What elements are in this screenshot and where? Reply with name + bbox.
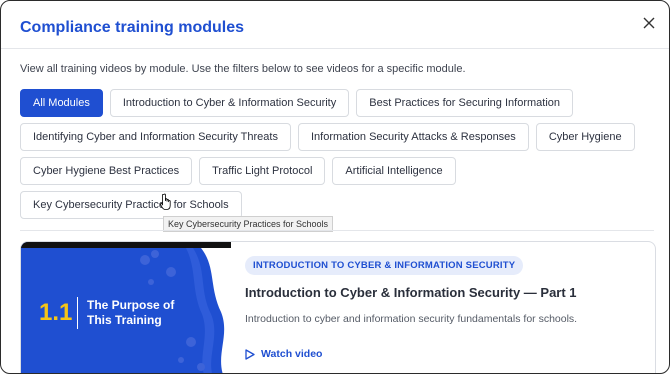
thumbnail-title: The Purpose of This Training xyxy=(87,298,175,327)
video-card-body: INTRODUCTION TO CYBER & INFORMATION SECU… xyxy=(245,255,645,360)
filter-attacks-responses[interactable]: Information Security Attacks & Responses xyxy=(297,123,529,151)
filter-key-practices-schools[interactable]: Key Cybersecurity Practices for Schools xyxy=(20,191,242,219)
thumbnail-top-bar xyxy=(21,242,231,248)
filter-cyber-hygiene-best-practices[interactable]: Cyber Hygiene Best Practices xyxy=(20,157,193,185)
video-thumbnail[interactable]: 1.1 The Purpose of This Training xyxy=(21,242,231,373)
play-icon xyxy=(245,348,255,360)
filter-artificial-intelligence[interactable]: Artificial Intelligence xyxy=(332,157,456,185)
close-icon xyxy=(643,17,655,29)
hand-cursor-icon xyxy=(159,193,171,210)
filter-traffic-light-protocol[interactable]: Traffic Light Protocol xyxy=(199,157,326,185)
video-title[interactable]: Introduction to Cyber & Information Secu… xyxy=(245,285,645,300)
intro-text: View all training videos by module. Use … xyxy=(20,63,466,75)
thumbnail-separator xyxy=(77,297,78,329)
video-description: Introduction to cyber and information se… xyxy=(245,313,578,325)
filter-identifying-threats[interactable]: Identifying Cyber and Information Securi… xyxy=(20,123,291,151)
module-badge: INTRODUCTION TO CYBER & INFORMATION SECU… xyxy=(245,256,524,275)
thumbnail-number: 1.1 xyxy=(39,299,73,326)
section-divider xyxy=(20,230,654,231)
header-divider xyxy=(1,48,669,49)
video-card[interactable]: 1.1 The Purpose of This Training INTRODU… xyxy=(20,241,656,373)
filter-intro-cyber-info-security[interactable]: Introduction to Cyber & Information Secu… xyxy=(109,89,350,117)
modal-title: Compliance training modules xyxy=(20,19,245,36)
watch-video-link[interactable]: Watch video xyxy=(245,348,645,360)
filter-best-practices-securing-info[interactable]: Best Practices for Securing Information xyxy=(356,89,573,117)
filter-all-modules[interactable]: All Modules xyxy=(20,89,103,117)
close-button[interactable] xyxy=(639,13,659,33)
module-filters: All Modules Introduction to Cyber & Info… xyxy=(20,89,656,219)
compliance-modal: Compliance training modules View all tra… xyxy=(0,0,670,374)
filter-cyber-hygiene[interactable]: Cyber Hygiene xyxy=(535,123,635,151)
watch-video-label: Watch video xyxy=(261,348,323,360)
